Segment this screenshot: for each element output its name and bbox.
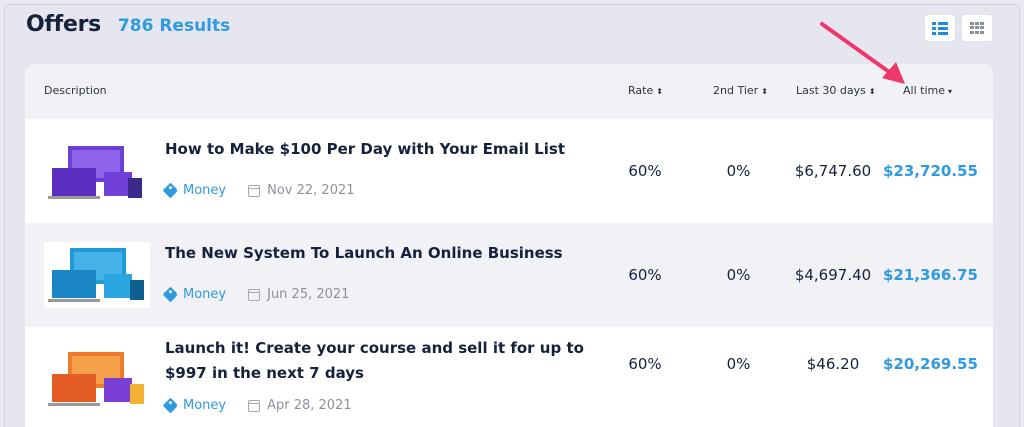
category-link[interactable]: Money [183,398,226,413]
column-rate[interactable]: Rate ⬍ [628,84,663,97]
category-link[interactable]: Money [183,183,226,198]
column-second-tier-label: 2nd Tier [713,84,759,97]
offer-thumbnail[interactable] [44,346,150,412]
offer-date: Apr 28, 2021 [267,398,352,413]
category-link[interactable]: Money [183,287,226,302]
rate-value: 60% [628,355,662,373]
last30-value: $46.20 [806,355,860,373]
list-view-button[interactable] [925,15,955,41]
grid-view-button[interactable] [962,15,992,41]
tag-icon [162,397,179,414]
column-second-tier[interactable]: 2nd Tier ⬍ [713,84,768,97]
tag-icon [162,286,179,303]
grid-view-icon [970,22,984,34]
offers-table: Description Rate ⬍ 2nd Tier ⬍ Last 30 days… [25,64,993,427]
offer-thumbnail[interactable] [44,242,150,308]
last30-value: $4,697.40 [794,266,872,284]
column-rate-label: Rate [628,84,654,97]
list-view-icon [932,22,948,35]
page-title: Offers [26,12,101,37]
sort-icon: ⬍ [761,87,768,96]
calendar-icon [248,288,261,301]
alltime-value: $21,366.75 [883,266,978,284]
annotation-arrow-icon [820,22,905,84]
offer-meta: Money Jun 25, 2021 [162,286,350,303]
offer-title[interactable]: Launch it! Create your course and sell i… [165,336,595,386]
last30-value: $6,747.60 [794,162,872,180]
rate-value: 60% [628,266,662,284]
tag-icon [162,182,179,199]
sort-desc-icon: ▾ [948,87,953,96]
column-description: Description [44,84,107,97]
sort-icon: ⬍ [868,87,876,96]
second-tier-value: 0% [726,162,751,180]
sort-icon: ⬍ [656,87,663,96]
offer-date: Jun 25, 2021 [267,287,350,302]
calendar-icon [248,399,261,412]
offer-thumbnail[interactable] [44,138,150,204]
page-header: Offers 786 Results [26,12,230,44]
second-tier-value: 0% [726,355,751,373]
alltime-value: $20,269.55 [883,355,978,373]
table-row[interactable]: How to Make $100 Per Day with Your Email… [25,119,993,223]
table-row[interactable]: The New System To Launch An Online Busin… [25,223,993,327]
table-row[interactable]: Launch it! Create your course and sell i… [25,327,993,427]
offer-title[interactable]: How to Make $100 Per Day with Your Email… [165,137,595,162]
rate-value: 60% [628,162,662,180]
alltime-value: $23,720.55 [883,162,978,180]
calendar-icon [248,184,261,197]
results-count: 786 Results [117,16,231,36]
offer-title[interactable]: The New System To Launch An Online Busin… [165,241,595,266]
offer-date: Nov 22, 2021 [267,183,355,198]
offer-meta: Money Apr 28, 2021 [162,397,352,414]
second-tier-value: 0% [726,266,751,284]
offer-meta: Money Nov 22, 2021 [162,182,355,199]
